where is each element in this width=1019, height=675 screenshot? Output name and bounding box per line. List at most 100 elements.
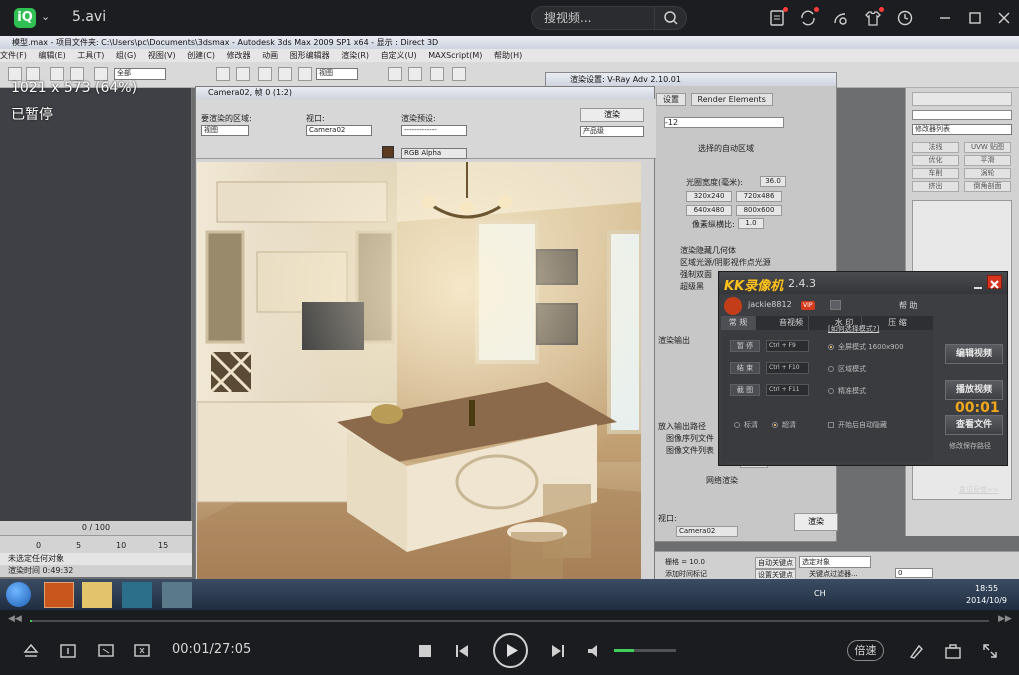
- vray-aperture-value: 36.0: [760, 176, 786, 187]
- vip-badge: VIP: [801, 301, 815, 310]
- link-icon: [50, 67, 64, 81]
- kk-title-bar: KK录像机 2.4.3: [719, 272, 1007, 294]
- area-select: 视图: [201, 125, 249, 136]
- vray-tab: 设置: [656, 93, 686, 106]
- cmd-tab-row: [912, 92, 1012, 106]
- auto-key-button: 自动关键点: [755, 557, 796, 569]
- stop-icon[interactable]: [416, 642, 434, 660]
- effects-icon[interactable]: [907, 642, 925, 660]
- max-menu-item: 视图(V): [147, 51, 176, 60]
- close-icon[interactable]: [995, 9, 1013, 27]
- chevron-down-icon[interactable]: ⌄: [41, 10, 50, 23]
- history-icon[interactable]: [896, 9, 914, 27]
- sync-icon[interactable]: [799, 7, 819, 27]
- status-selection: 未选定任何对象: [0, 553, 192, 565]
- speed-button[interactable]: 倍速: [847, 640, 884, 661]
- max-menu-item: 动画: [262, 51, 279, 60]
- kk-shot-key: 截 图: [730, 384, 760, 396]
- minimize-icon: [972, 276, 984, 289]
- snap-icon: [408, 67, 422, 81]
- object-name-field: [912, 110, 1012, 120]
- max-menu-item: 编辑(E): [38, 51, 66, 60]
- max-menu-item: 工具(T): [77, 51, 105, 60]
- eject-icon[interactable]: [22, 642, 40, 660]
- kk-mode-precise: 精准模式: [838, 387, 866, 395]
- clock-time: 18:55: [975, 584, 999, 593]
- select-icon: [216, 67, 230, 81]
- windows-taskbar: CH 18:55 2014/10/9: [0, 579, 1019, 610]
- kk-pause-key: 暂 停: [730, 340, 760, 352]
- folder-task-icon: [82, 582, 112, 608]
- seek-bar[interactable]: ◀◀ ▶▶: [0, 614, 1019, 626]
- kk-mode-region: 区域模式: [838, 365, 866, 373]
- fullscreen-icon[interactable]: [981, 642, 999, 660]
- area-label: 要渲染的区域:: [201, 114, 252, 123]
- radio-hd: [734, 422, 740, 428]
- chk-net-render: 网络渲染: [706, 476, 738, 485]
- resolution-overlay: 1021 x 573 (64%): [11, 80, 138, 96]
- preset-label: 渲染预设:: [401, 114, 436, 123]
- kk-mode-full: 全屏模式 1600x900: [838, 343, 904, 351]
- volume-icon[interactable]: [586, 642, 604, 660]
- cmd-button: 挤出: [912, 181, 959, 192]
- checkbox-auto-hide: [828, 422, 834, 428]
- kk-mode-help-link: [如何选择模式?]: [828, 325, 880, 333]
- start-orb-icon: [6, 582, 31, 607]
- time-display: 00:01/27:05: [172, 642, 252, 657]
- selected-object-select: 选定对象: [799, 556, 871, 568]
- reference-coord-select: 视图: [316, 68, 358, 80]
- screenshot-icon[interactable]: [97, 642, 115, 660]
- play-button[interactable]: [493, 633, 528, 668]
- viewport-select: Camera02: [306, 125, 372, 136]
- seek-forward-icon[interactable]: ▶▶: [998, 614, 1012, 624]
- notify-dot: [814, 7, 819, 12]
- maximize-icon[interactable]: [966, 9, 984, 27]
- vray-render-button: 渲染: [794, 513, 838, 531]
- res-preset: 800x600: [736, 205, 782, 216]
- time-slider: 0 / 100: [0, 521, 192, 535]
- color-swatch: [382, 146, 394, 158]
- kk-user-row: jackie8812 VIP 帮 助: [721, 296, 933, 316]
- key-filter-button: 关键点过滤器...: [809, 570, 858, 578]
- kk-feedback-link: 意见反馈>>: [959, 486, 999, 494]
- search-icon[interactable]: [654, 7, 686, 29]
- cmd-button: 车削: [912, 168, 959, 179]
- computer-task-icon: [162, 582, 192, 608]
- add-time-tag: 添加时间标记: [665, 570, 707, 578]
- max-menu-item: 渲染(R): [341, 51, 370, 60]
- search-input[interactable]: [544, 10, 654, 26]
- previous-icon[interactable]: [453, 642, 471, 660]
- viewport-label: 视口:: [306, 114, 325, 123]
- channel-select: RGB Alpha: [401, 148, 467, 159]
- skin-icon[interactable]: [864, 7, 884, 27]
- kk-app-name: KK录像机: [724, 279, 784, 294]
- upload-icon[interactable]: [768, 7, 788, 27]
- grid-label: 栅格 = 10.0: [665, 558, 705, 566]
- kk-task-icon: [44, 582, 74, 608]
- seek-back-icon[interactable]: ◀◀: [8, 614, 22, 624]
- search-box: [531, 6, 687, 30]
- radio-shd: [772, 422, 778, 428]
- unlink-icon: [70, 67, 84, 81]
- cmd-button: 优化: [912, 155, 959, 166]
- minimize-icon[interactable]: [936, 9, 954, 27]
- video-area[interactable]: 模型.max - 项目文件夹: C:\Users\pc\Documents\3d…: [0, 36, 1019, 610]
- max-menu-bar: 文件(F) 编辑(E) 工具(T) 组(G) 视图(V) 创建(C) 修改器 动…: [0, 49, 1019, 62]
- playlist-icon[interactable]: [59, 642, 77, 660]
- toolbox-icon[interactable]: [944, 642, 962, 660]
- res-preset: 320x240: [686, 191, 732, 202]
- app-logo[interactable]: iQ: [14, 8, 36, 28]
- pixel-aspect-label: 像素纵横比:: [692, 220, 735, 229]
- max-menu-item: 创建(C): [187, 51, 216, 60]
- kk-shot-hotkey: Ctrl + F11: [766, 384, 809, 396]
- max-menu-item: 文件(F): [0, 51, 27, 60]
- chk-super-black: 超级黑: [680, 282, 704, 291]
- next-icon[interactable]: [549, 642, 567, 660]
- cmd-button: 涡轮: [964, 168, 1011, 179]
- chk-area-lights: 区域光源/阴影视作点光源: [680, 258, 771, 267]
- share-icon[interactable]: [831, 9, 849, 27]
- clip-icon[interactable]: [133, 642, 151, 660]
- kk-auto-hide: 开始后自动隐藏: [838, 421, 887, 429]
- seek-track[interactable]: [30, 620, 989, 622]
- left-viewport: [0, 88, 192, 521]
